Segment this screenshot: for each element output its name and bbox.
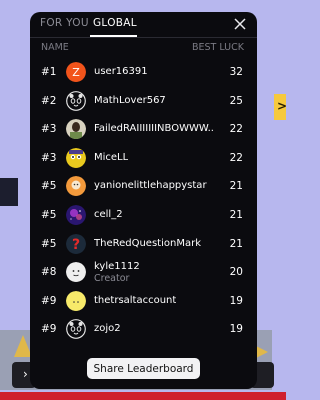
rank: #9 (41, 294, 57, 307)
username[interactable]: zojo2 (94, 323, 121, 334)
best-luck-score: 25 (229, 94, 243, 107)
active-tab-indicator (90, 35, 137, 37)
leaderboard-row[interactable]: #5 cell_2 21 (30, 201, 257, 230)
rank: #2 (41, 94, 57, 107)
leaderboard-row[interactable]: #3 MiceLL 22 (30, 144, 257, 173)
close-icon[interactable] (233, 17, 247, 31)
leaderboard-modal: FOR YOU GLOBAL NAME BEST LUCK #1 Z user1… (30, 12, 257, 389)
username[interactable]: yanionelittlehappystar (94, 180, 207, 191)
leaderboard-row[interactable]: #8 kyle1112 Creator 20 (30, 258, 257, 287)
background-right-tab[interactable]: > (274, 94, 288, 120)
column-header-best-luck: BEST LUCK (191, 42, 244, 53)
leaderboard-list: #1 Z user16391 32 #2 MathLover567 25 #3 (30, 58, 257, 344)
avatar-panda-icon (66, 90, 86, 111)
svg-text:?: ? (72, 237, 80, 253)
avatar-letter-z-icon: Z (66, 62, 86, 82)
avatar-question-mark-icon: ? (66, 233, 86, 254)
best-luck-score: 22 (229, 123, 243, 136)
avatar-photo-icon (66, 119, 86, 140)
rank: #1 (41, 66, 57, 78)
leaderboard-row[interactable]: #3 FailedRAIIIIIIINBOWWW... 22 (30, 115, 257, 144)
best-luck-score: 20 (229, 266, 243, 279)
background-dark-block (0, 178, 18, 206)
username[interactable]: MathLover567 (94, 95, 166, 106)
best-luck-score: 19 (229, 323, 243, 336)
username[interactable]: MiceLL (94, 152, 128, 163)
rank: #5 (41, 180, 57, 193)
leaderboard-row[interactable]: #5 ? TheRedQuestionMark 21 (30, 230, 257, 259)
best-luck-score: 21 (229, 208, 243, 221)
avatar-galaxy-icon (66, 204, 86, 225)
leaderboard-row[interactable]: #5 yanionelittlehappystar 21 (30, 172, 257, 201)
leaderboard-row[interactable]: #2 MathLover567 25 (30, 87, 257, 116)
best-luck-score: 21 (229, 180, 243, 193)
username[interactable]: thetrsaltaccount (94, 295, 176, 306)
rank: #9 (41, 323, 57, 336)
best-luck-score: 32 (229, 66, 243, 78)
avatar-orange-face-icon (66, 176, 86, 197)
background-red-strip (0, 392, 286, 400)
best-luck-score: 22 (229, 151, 243, 164)
creator-badge: Creator (94, 273, 130, 285)
tab-for-you[interactable]: FOR YOU (40, 17, 89, 29)
background-bottom-left-glyph: › (23, 367, 28, 381)
best-luck-score: 21 (229, 237, 243, 250)
username[interactable]: user16391 (94, 66, 148, 77)
rank: #3 (41, 151, 57, 164)
avatar-panda-icon (66, 319, 86, 340)
column-header-name: NAME (41, 42, 69, 53)
avatar-yellow-icon (66, 290, 86, 311)
share-leaderboard-button[interactable]: Share Leaderboard (87, 358, 200, 379)
avatar-cartoon-icon (66, 147, 86, 168)
rank: #5 (41, 208, 57, 221)
leaderboard-row[interactable]: #9 zojo2 19 (30, 315, 257, 344)
leaderboard-row[interactable]: #1 Z user16391 32 (30, 58, 257, 87)
avatar-white-face-icon (66, 262, 86, 283)
leaderboard-tabs: FOR YOU GLOBAL (30, 12, 257, 38)
username[interactable]: kyle1112 (94, 261, 140, 272)
tab-global[interactable]: GLOBAL (93, 17, 137, 29)
rank: #8 (41, 266, 57, 279)
background-right-tab-glyph: > (277, 99, 288, 113)
username[interactable]: cell_2 (94, 209, 123, 220)
username[interactable]: TheRedQuestionMark (94, 238, 201, 249)
svg-text:Z: Z (72, 66, 80, 79)
best-luck-score: 19 (229, 294, 243, 307)
username[interactable]: FailedRAIIIIIIINBOWWW... (94, 123, 214, 134)
rank: #5 (41, 237, 57, 250)
leaderboard-row[interactable]: #9 thetrsaltaccount 19 (30, 287, 257, 316)
rank: #3 (41, 123, 57, 136)
